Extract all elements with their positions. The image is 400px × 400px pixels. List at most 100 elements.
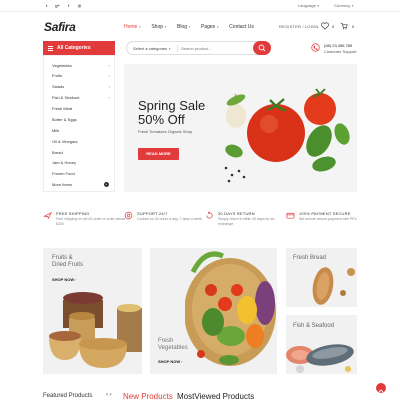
nav-pages[interactable]: Pages▼ (201, 24, 219, 30)
nav-pages-label: Pages (201, 24, 216, 30)
return-icon (206, 211, 213, 219)
nav-shop[interactable]: Shop▼ (151, 24, 167, 30)
shop-now-label: SHOP NOW (158, 359, 181, 364)
tab-new-products[interactable]: New Products (123, 392, 173, 400)
airplane-icon (43, 211, 52, 220)
sidebar-item-butter-eggs[interactable]: Butter & Eggs (52, 117, 112, 122)
social-links: t g+ f ◎ (44, 3, 82, 8)
feature-description: We ensure secure payment with PEV (299, 217, 357, 221)
sidebar-item-fresh-meat[interactable]: Fresh Meat (52, 106, 112, 111)
sidebar-item-label: Vegetables (52, 63, 72, 68)
category-select[interactable]: Select a categories ▼ (133, 46, 171, 51)
register-login-link[interactable]: REGISTER / LOGIN (279, 24, 318, 29)
tab-most-viewed[interactable]: MostViewed Products (177, 392, 254, 400)
nav-blog-label: Blog (177, 24, 188, 30)
support-label: Customer Support (324, 49, 357, 54)
customer-support-icon (311, 43, 320, 52)
nav-blog[interactable]: Blog▼ (177, 24, 191, 30)
shop-now-link[interactable]: SHOP NOW› (158, 359, 183, 364)
hero-title-discount: 50% Off (138, 112, 185, 127)
nav-shop-label: Shop (151, 24, 164, 30)
carousel-arrows[interactable]: ‹ › (106, 392, 112, 398)
sidebar-item-frozen-food[interactable]: Frozen Food (52, 171, 112, 176)
twitter-icon[interactable]: t (44, 3, 49, 8)
search-input[interactable] (181, 44, 251, 53)
sidebar-item-more[interactable]: More Items + (52, 182, 112, 187)
dried-fruits-image (49, 292, 142, 368)
sidebar-item-label: Bread (52, 150, 63, 155)
nav-home[interactable]: Home▼ (124, 24, 141, 30)
support-phone: (08) 23 456 789 (324, 43, 353, 48)
category-select-label: Select a categories (133, 46, 168, 51)
sidebar-item-bread[interactable]: Bread (52, 150, 112, 155)
sidebar-item-fruits[interactable]: Fruits › (52, 73, 112, 78)
divider (0, 11, 400, 12)
instagram-icon[interactable]: ◎ (77, 3, 82, 8)
language-label: Language (298, 3, 316, 8)
menu-icon (48, 45, 53, 52)
search-icon (258, 44, 266, 52)
vegetable-basket-image (185, 251, 276, 366)
sidebar-item-label: Fish & Seafood (52, 95, 80, 100)
sidebar-item-label: Fruits (52, 73, 62, 78)
banner-title: Dried Fruits (52, 262, 84, 268)
cart-icon[interactable] (340, 22, 348, 30)
search-button[interactable] (253, 41, 271, 55)
nav-contact[interactable]: Contact Us (229, 24, 254, 30)
chevron-down-icon: ▼ (164, 25, 167, 29)
sidebar-item-milk[interactable]: Milk (52, 128, 112, 133)
banner-title: Fruits & (52, 255, 73, 261)
feature-title: FREE SHIPPING (56, 211, 90, 216)
feature-title: 100% PAYMENT SECURE (299, 211, 351, 216)
bread-image (312, 267, 355, 305)
chevron-right-icon: › (108, 84, 110, 89)
sidebar-item-label: More Items (52, 182, 73, 187)
chevron-down-icon: ▼ (138, 25, 142, 29)
sidebar-item-oil-vinegars[interactable]: Oil & Vinegars (52, 139, 112, 144)
shop-now-label: SHOP NOW (52, 277, 75, 282)
language-selector[interactable]: Language▼ (298, 3, 320, 8)
currency-label: Currency (334, 3, 351, 8)
banner-bread[interactable]: Fresh Bread (286, 248, 357, 307)
logo[interactable]: Safira (44, 20, 76, 34)
sidebar-item-salads[interactable]: Salads › (52, 84, 112, 89)
banner-fish-seafood[interactable]: Fish & Seafood (286, 315, 357, 374)
sidebar-item-fish-seafood[interactable]: Fish & Seafood › (52, 95, 112, 100)
currency-selector[interactable]: Currency▼ (334, 3, 354, 8)
scroll-to-top-button[interactable] (376, 383, 386, 393)
banner-fruits[interactable]: Fruits & Dried Fruits SHOP NOW› (43, 248, 142, 374)
chevron-down-icon: ▼ (168, 47, 172, 51)
support-icon (124, 211, 133, 220)
read-more-button[interactable]: READ MORE (138, 148, 179, 160)
hero-title: Spring Sale (138, 98, 206, 113)
sidebar-item-jam-honey[interactable]: Jam & Honey (52, 160, 112, 165)
sidebar-item-label: Jam & Honey (52, 160, 77, 165)
seafood-image (286, 344, 354, 373)
all-categories-button[interactable]: All Categories (43, 41, 115, 55)
main-nav: Home▼ Shop▼ Blog▼ Pages▼ Contact Us (124, 24, 254, 30)
chevron-down-icon: ▼ (316, 4, 320, 8)
chevron-right-icon: › (181, 359, 183, 364)
plus-icon: + (104, 182, 109, 187)
tab-featured-products[interactable]: Featured Products (43, 393, 92, 399)
facebook-icon[interactable]: f (66, 3, 71, 8)
all-categories-label: All Categories (57, 45, 91, 51)
chevron-right-icon: › (108, 95, 110, 100)
credit-card-icon (286, 212, 295, 219)
nav-home-label: Home (124, 24, 138, 30)
banner-vegetables[interactable]: Fresh Vegetables SHOP NOW› (150, 248, 277, 374)
cart-count: 0 (352, 24, 355, 29)
sidebar-item-vegetables[interactable]: Vegetables › (52, 63, 112, 68)
shop-now-link[interactable]: SHOP NOW› (52, 277, 77, 282)
chevron-down-icon: ▼ (216, 25, 220, 29)
wishlist-heart-icon[interactable] (321, 22, 329, 30)
chevron-right-icon: › (75, 277, 77, 282)
banner-title: Fresh (158, 338, 174, 344)
banner-title: Vegetables (158, 345, 188, 351)
sidebar-item-label: Frozen Food (52, 171, 75, 176)
search-bar: Select a categories ▼ (126, 41, 271, 55)
feature-description: Free shipping on all US order or order a… (56, 217, 126, 226)
feature-description: Contact us 24 hours a day, 7 days a week (137, 217, 202, 221)
sidebar-item-label: Salads (52, 84, 65, 89)
google-plus-icon[interactable]: g+ (55, 3, 60, 8)
